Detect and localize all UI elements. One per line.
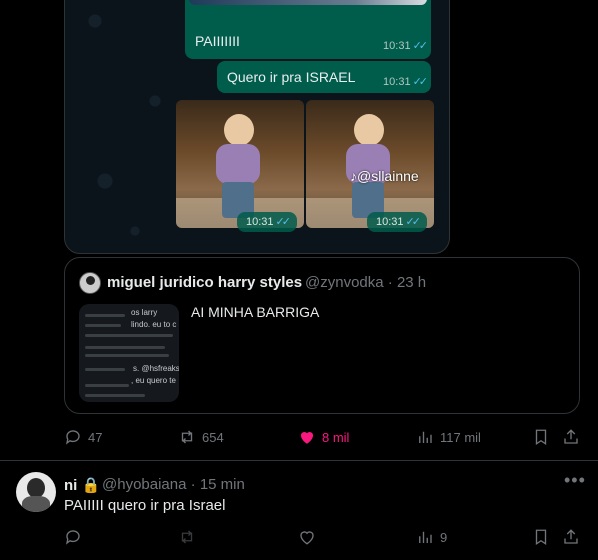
repost-icon [181,530,193,544]
share-button[interactable] [562,428,580,446]
reply-count: 47 [88,429,103,445]
reply-handle[interactable]: @hyobaiana [102,476,186,493]
wa-message-1-text: PAIIIIIII [195,33,240,49]
reply-icon [65,530,80,545]
views-button[interactable]: 9 [416,528,447,546]
wa-message-2-text: Quero ir pra ISRAEL [227,69,356,85]
share-button[interactable] [562,528,580,546]
main-tweet-actions: 47 654 8 mil 117 mil [64,428,580,452]
wa-message-2: Quero ir pra ISRAEL 10:31 ✓✓ [217,61,431,93]
wa-video-1-time: 10:31 [246,216,274,228]
like-button[interactable] [298,528,316,546]
reply-button[interactable]: 47 [64,428,102,446]
thumb-snippet-4: , eu quero te [131,376,176,385]
views-button[interactable]: 117 mil [416,428,481,446]
quoted-tweet-text: AI MINHA BARRIGA [191,304,320,320]
read-ticks-icon: ✓✓ [275,216,292,228]
tweet-divider [0,460,598,461]
share-icon [564,529,578,544]
like-button[interactable]: 8 mil [298,428,349,446]
tiktok-icon: ♪ [350,168,357,184]
repost-count: 654 [202,429,224,445]
reply-author-name[interactable]: ni 🔒 [64,476,100,494]
read-ticks-icon: ✓✓ [405,216,422,228]
quoted-media-thumbnail[interactable]: os larry lindo. eu to c s. @hsfreaks , e… [79,304,179,402]
bookmark-icon [535,529,547,546]
thumb-snippet-2: lindo. eu to c [131,320,177,329]
thumb-snippet-1: os larry [131,308,158,317]
wa-video-2[interactable]: ♪@sllainne [306,100,434,228]
views-bar-chart-icon [419,531,432,543]
avatar[interactable] [16,472,56,512]
more-options-icon[interactable]: ••• [564,470,586,491]
bookmark-button[interactable] [532,528,550,546]
wa-message-1: PAIIIIIII 10:31 ✓✓ [185,0,431,59]
tiktok-watermark: ♪@sllainne [350,168,419,184]
quoted-handle[interactable]: @zynvodka [305,274,384,291]
views-count: 9 [440,529,448,545]
wa-message-2-time: 10:31 [383,76,411,88]
repost-button[interactable]: 654 [178,428,224,446]
lock-icon: 🔒 [81,477,101,494]
reply-button[interactable] [64,528,82,546]
bookmark-button[interactable] [532,428,550,446]
quoted-time: 23 h [396,274,427,291]
reply-tweet-text: PAIIIII quero ir pra Israel [64,497,226,514]
repost-icon [181,430,193,444]
quoted-author-name[interactable]: miguel juridico harry styles [107,274,302,291]
views-bar-chart-icon [419,431,432,443]
heart-icon [300,531,314,545]
quoted-handle-time: @zynvodka · 23 h [305,274,427,291]
wa-image-preview [189,0,427,5]
views-count: 117 mil [440,429,481,445]
tiktok-handle: @sllainne [357,168,419,184]
read-ticks-icon: ✓✓ [412,76,429,88]
bookmark-icon [535,429,547,446]
reply-time: 15 min [199,476,245,493]
wa-video-2-time: 10:31 [376,216,404,228]
read-ticks-icon: ✓✓ [412,40,429,52]
thumb-snippet-3: s. @hsfreaks [133,364,179,373]
avatar[interactable] [79,272,101,294]
whatsapp-screenshot[interactable]: PAIIIIIII 10:31 ✓✓ Quero ir pra ISRAEL 10… [64,0,450,254]
share-icon [564,429,578,444]
quoted-tweet[interactable]: miguel juridico harry styles @zynvodka ·… [64,257,580,414]
heart-filled-icon [300,431,314,444]
reply-icon [65,430,80,445]
reply-tweet-actions: 9 [64,528,580,552]
wa-message-1-time: 10:31 [383,40,411,52]
wa-video-1[interactable] [176,100,304,228]
repost-button-disabled [178,528,196,546]
like-count: 8 mil [322,429,350,445]
reply-handle-time: @hyobaiana · 15 min [102,476,245,493]
